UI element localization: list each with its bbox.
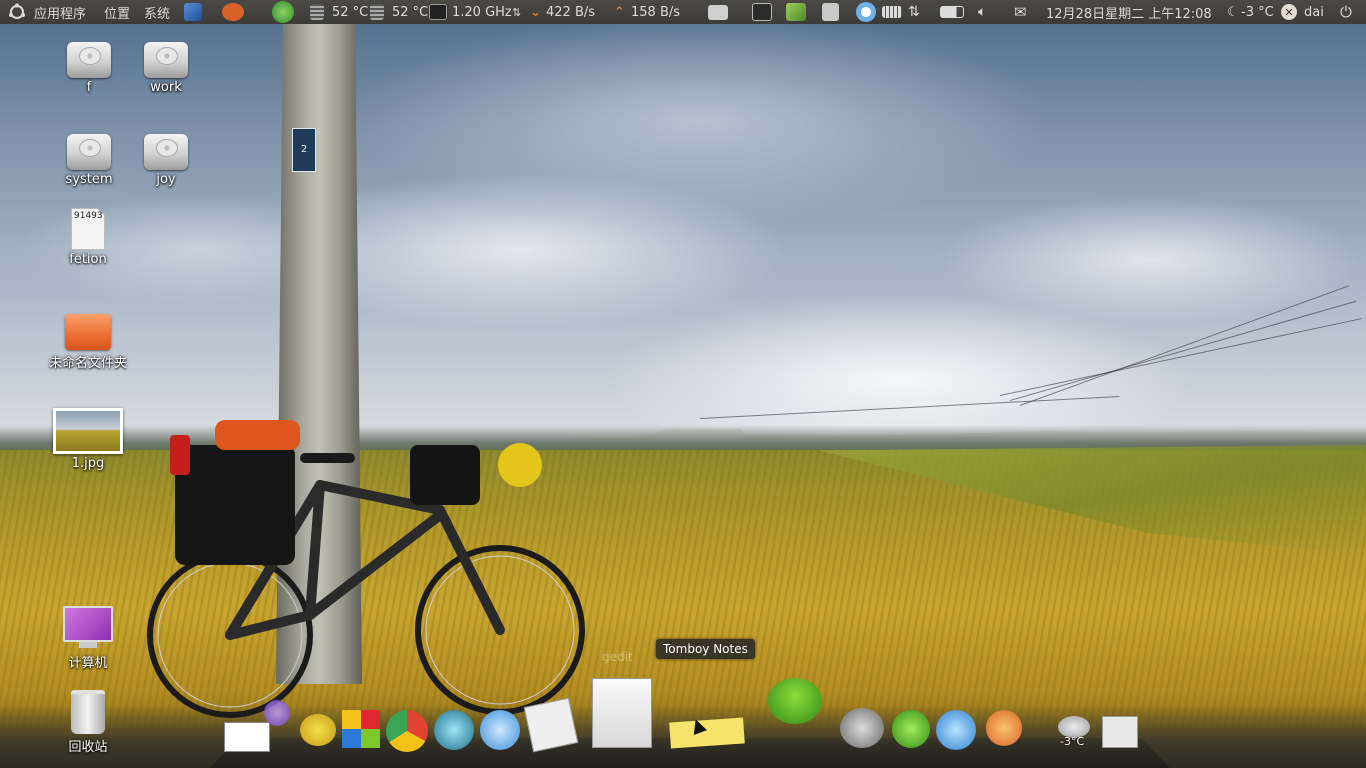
desktop-icon-label: fetion (69, 252, 107, 267)
drive-icon (67, 42, 111, 78)
qq-icon[interactable] (856, 0, 876, 24)
desktop-icon-label: 回收站 (68, 740, 108, 755)
dock-turtle-icon[interactable] (768, 678, 822, 724)
media-player-icon[interactable] (272, 0, 294, 24)
cpu-freq-icon (429, 0, 447, 24)
dock-media-player-icon[interactable] (892, 710, 930, 748)
book-icon[interactable] (786, 0, 806, 24)
weather-temp[interactable]: -3 °C (1241, 0, 1274, 24)
dock-music-icon[interactable] (936, 710, 976, 750)
cpu-freq: 1.20 GHz (452, 4, 512, 20)
screenshot-icon[interactable] (708, 0, 728, 24)
computer-icon (63, 606, 113, 648)
mail-icon[interactable]: ✉ (1014, 0, 1027, 24)
pole-tag: 2 (292, 128, 316, 172)
cpu-temp-2: 52 °C (392, 4, 429, 20)
desktop-icon-folder[interactable]: 未命名文件夹 (43, 314, 133, 371)
net-down-icon: ⌄ (530, 4, 541, 20)
top-panel: 应用程序 位置 系统 52 °C 52 °C 1.20 GHz ⇅ ⌄ 422 … (0, 0, 1366, 24)
panda-icon[interactable] (222, 0, 244, 24)
net-up-speed: 158 B/s (631, 4, 681, 20)
cpu-temp-1: 52 °C (332, 4, 369, 20)
dock-tomboy-notes-icon[interactable] (669, 717, 745, 749)
network-icon[interactable]: ⇅ (908, 0, 920, 24)
image-thumbnail-icon (53, 408, 123, 454)
drive-icon (67, 134, 111, 170)
dock-switch-icon[interactable] (1102, 716, 1138, 748)
battery-icon[interactable] (940, 0, 964, 24)
dock-teapot-icon[interactable] (300, 714, 336, 746)
dock-video-icon[interactable] (840, 708, 884, 748)
desktop-icon-trash[interactable]: 回收站 (43, 690, 133, 755)
menu-places[interactable]: 位置 (100, 0, 134, 24)
dock-windows-icon[interactable] (342, 710, 380, 748)
dock-ghost-label: gedit (602, 650, 633, 664)
desktop-icon-label: 未命名文件夹 (48, 356, 127, 371)
folder-icon (65, 314, 111, 350)
cpu-temp-1-icon (310, 0, 324, 24)
desktop-icon-label: 1.jpg (71, 456, 105, 471)
clock[interactable]: 12月28日星期二 上午12:08 (1046, 0, 1212, 24)
desktop-icon-label: joy (156, 172, 176, 187)
dock-sparkle-icon[interactable] (264, 700, 290, 726)
cpu-temp-2-icon (370, 0, 384, 24)
menu-system[interactable]: 系统 (140, 0, 174, 24)
desktop-icon-computer[interactable]: 计算机 (43, 606, 133, 671)
file-icon: 91493 (71, 208, 105, 250)
moon-icon: ☾ (1227, 4, 1239, 20)
dock-documents-icon[interactable] (523, 697, 579, 753)
drive-icon (144, 42, 188, 78)
desktop-icon-image[interactable]: 1.jpg (43, 408, 133, 471)
menu-applications[interactable]: 应用程序 (30, 0, 90, 24)
ubuntu-logo-icon[interactable] (8, 0, 26, 24)
calculator-icon[interactable] (822, 0, 839, 24)
desktop-icon-label: 计算机 (68, 656, 108, 671)
desktop-icon-joy[interactable]: joy (121, 134, 211, 187)
desktop-icon-work[interactable]: work (121, 42, 211, 95)
trash-icon (71, 690, 105, 734)
terminal-icon[interactable] (752, 0, 772, 24)
net-up-icon: ⌃ (614, 4, 625, 20)
drive-icon (144, 134, 188, 170)
virtualbox-icon[interactable] (184, 0, 202, 24)
net-arrows-icon: ⇅ (512, 5, 522, 19)
dock-clock-icon[interactable] (434, 710, 474, 750)
dock-tooltip: Tomboy Notes (656, 639, 755, 659)
desktop-icon-label: work (150, 80, 182, 95)
dock-weather-label: -3°C (1060, 735, 1085, 748)
volume-icon[interactable]: 🔈︎ (978, 0, 986, 24)
dock (210, 672, 1170, 768)
dock-chrome-window-icon[interactable] (224, 722, 270, 752)
keyboard-icon[interactable] (882, 0, 902, 24)
dock-chrome-icon[interactable] (386, 710, 428, 752)
net-down-speed: 422 B/s (546, 4, 596, 20)
dock-safari-icon[interactable] (480, 710, 520, 750)
user-icon: ✕ (1281, 0, 1297, 24)
user-name[interactable]: dai (1304, 0, 1324, 24)
power-icon[interactable]: ⏻ (1340, 0, 1352, 24)
dock-paint-icon[interactable] (986, 710, 1022, 746)
desktop-icon-fetion[interactable]: 91493 fetion (43, 208, 133, 267)
dock-gedit-icon[interactable] (592, 678, 652, 748)
